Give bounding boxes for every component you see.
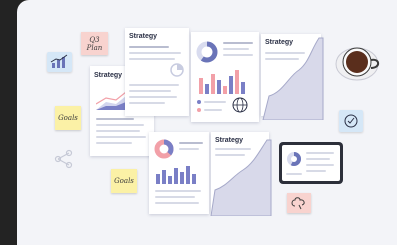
strategy-folder-right: Strategy xyxy=(257,32,325,120)
chart-icon xyxy=(50,54,68,68)
strategy-folder-bottom: Strategy xyxy=(209,132,273,216)
globe-icon xyxy=(232,97,248,113)
folder-cover xyxy=(210,139,272,216)
folder-cover xyxy=(262,37,324,120)
donut-chart-small xyxy=(154,139,174,159)
tablet-donut xyxy=(287,152,301,166)
goals-note-left: Goals xyxy=(55,106,81,130)
tablet-screen xyxy=(282,145,340,181)
legend-dot xyxy=(197,108,201,112)
strategy-document-top: Strategy xyxy=(125,28,189,116)
donut-chart xyxy=(196,41,218,63)
brain-note xyxy=(287,193,311,213)
tablet-icon xyxy=(279,142,343,184)
q3-plan-note: Q3 Plan xyxy=(81,32,108,55)
dashboard-document xyxy=(191,32,259,122)
legend-dot xyxy=(197,100,201,104)
check-icon-card xyxy=(339,110,363,132)
coffee-cup-icon xyxy=(335,47,380,81)
goals-note-bottom: Goals xyxy=(111,169,137,193)
bar-chart xyxy=(199,70,245,94)
share-icon xyxy=(54,149,73,169)
pie-chart-icon xyxy=(170,63,184,77)
analytics-document-bottom xyxy=(149,132,209,214)
document-title: Strategy xyxy=(94,72,123,79)
brain-icon xyxy=(291,197,305,210)
workspace-canvas: Q3 Plan Goals Goals Strategy Strategy St… xyxy=(17,0,397,245)
check-icon xyxy=(344,114,358,128)
bar-chart-small xyxy=(156,166,196,184)
document-title: Strategy xyxy=(129,33,158,40)
chart-icon-card xyxy=(47,52,72,72)
